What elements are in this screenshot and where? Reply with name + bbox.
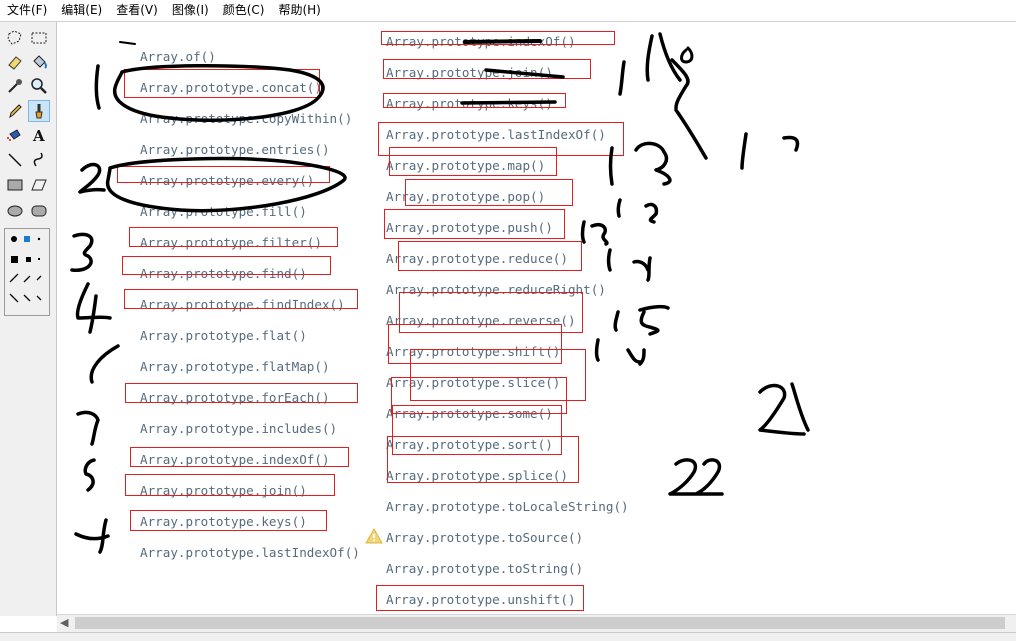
- free-form-select-icon[interactable]: [4, 27, 26, 49]
- menu-image[interactable]: 图像(I): [165, 0, 216, 21]
- highlight-box: [125, 474, 335, 496]
- highlight-box: [383, 93, 566, 108]
- rounded-rect-icon[interactable]: [28, 200, 50, 222]
- left-list-item: Array.prototype.includes(): [140, 421, 338, 436]
- menu-file[interactable]: 文件(F): [0, 0, 54, 21]
- ellipse-icon[interactable]: [4, 200, 26, 222]
- color-picker-icon[interactable]: [4, 75, 26, 97]
- warning-icon: [365, 527, 383, 544]
- toolbox: A: [0, 22, 57, 616]
- highlight-box: [389, 147, 557, 176]
- highlight-box: [376, 585, 584, 611]
- scroll-left-icon[interactable]: ◀: [60, 616, 68, 629]
- highlight-box: [125, 383, 358, 403]
- right-list-item: Array.prototype.toLocaleString(): [386, 499, 629, 514]
- left-list-item: Array.prototype.lastIndexOf(): [140, 545, 360, 560]
- highlight-box: [117, 166, 330, 183]
- fill-icon[interactable]: [28, 51, 50, 73]
- highlight-box: [405, 179, 573, 206]
- magnifier-icon[interactable]: [28, 75, 50, 97]
- menu-edit[interactable]: 编辑(E): [54, 0, 109, 21]
- menu-bar: 文件(F) 编辑(E) 查看(V) 图像(I) 颜色(C) 帮助(H): [0, 0, 1016, 22]
- brush-options[interactable]: [4, 228, 50, 316]
- menu-view[interactable]: 查看(V): [109, 0, 165, 21]
- pencil-icon[interactable]: [4, 100, 26, 122]
- highlight-box: [130, 447, 349, 467]
- rect-select-icon[interactable]: [28, 27, 50, 49]
- left-list-item: Array.prototype.copyWithin(): [140, 111, 353, 126]
- left-list-item: Array.of(): [140, 49, 216, 64]
- highlight-box: [124, 69, 320, 98]
- brush-icon[interactable]: [28, 100, 50, 122]
- highlight-box: [398, 241, 582, 271]
- left-list-item: Array.prototype.flat(): [140, 328, 307, 343]
- airbrush-icon[interactable]: [4, 124, 26, 146]
- line-icon[interactable]: [4, 149, 26, 171]
- rectangle-icon[interactable]: [4, 174, 26, 196]
- text-icon[interactable]: A: [28, 124, 50, 146]
- highlight-box: [384, 209, 565, 239]
- eraser-icon[interactable]: [4, 51, 26, 73]
- right-list-item: Array.prototype.toSource(): [386, 530, 584, 545]
- svg-text:A: A: [32, 127, 45, 144]
- scroll-thumb[interactable]: [75, 617, 1005, 629]
- highlight-box: [129, 227, 338, 247]
- horizontal-scrollbar[interactable]: ◀: [57, 614, 1016, 632]
- left-list-item: Array.prototype.fill(): [140, 204, 307, 219]
- highlight-box: [381, 31, 615, 45]
- menu-help[interactable]: 帮助(H): [271, 0, 327, 21]
- highlight-box: [122, 256, 331, 275]
- left-list-item: Array.prototype.flatMap(): [140, 359, 330, 374]
- highlight-box: [124, 289, 358, 309]
- highlight-box: [130, 510, 327, 531]
- curve-icon[interactable]: [28, 149, 50, 171]
- polygon-icon[interactable]: [28, 174, 50, 196]
- left-list-item: Array.prototype.entries(): [140, 142, 330, 157]
- highlight-box: [383, 59, 591, 79]
- right-list-item: Array.prototype.toString(): [386, 561, 584, 576]
- highlight-box: [387, 436, 579, 483]
- menu-colors[interactable]: 颜色(C): [216, 0, 272, 21]
